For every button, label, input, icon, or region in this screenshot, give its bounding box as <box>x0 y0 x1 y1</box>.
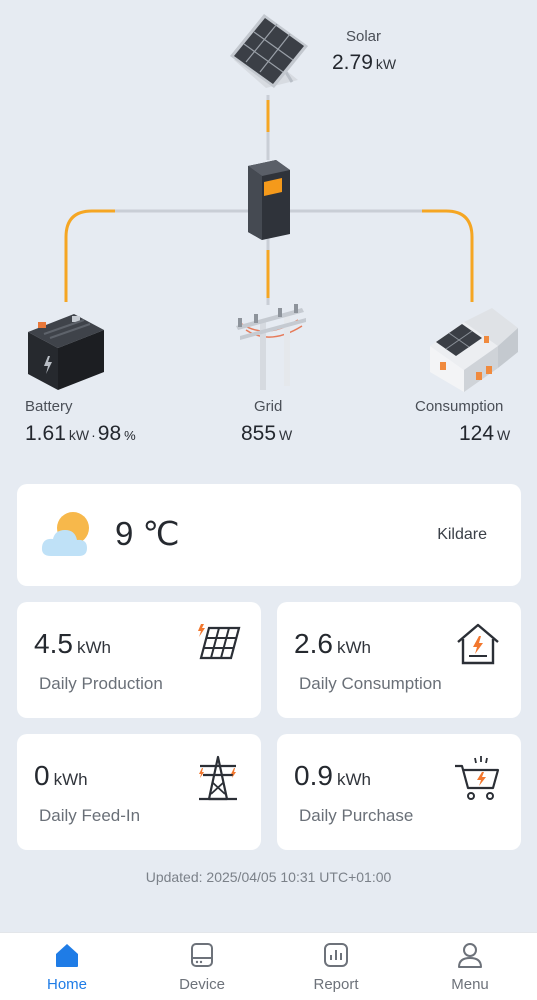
device-icon <box>191 943 213 967</box>
daily-purchase-label: Daily Purchase <box>299 806 414 825</box>
consumption-label: Consumption <box>415 398 504 415</box>
weather-card[interactable]: 9 ℃ Kildare <box>17 484 521 586</box>
grid-unit: W <box>279 427 293 443</box>
consumption-value: 124 W <box>459 422 510 446</box>
house-illustration <box>430 308 518 392</box>
daily-production-value: 4.5 kWh <box>34 628 111 660</box>
daily-consumption-label: Daily Consumption <box>299 674 442 693</box>
solar-unit: kW <box>375 56 397 72</box>
feed-in-number: 0 <box>34 760 50 791</box>
power-tower-icon <box>199 755 237 801</box>
battery-value: 1.61 kW ·98% <box>25 422 136 446</box>
solar-label: Solar <box>346 28 382 45</box>
cart-energy-icon <box>455 756 500 800</box>
feed-in-unit: kWh <box>53 770 88 789</box>
solar-power: 2.79 <box>332 51 373 74</box>
daily-feed-in-label: Daily Feed-In <box>39 806 141 825</box>
consumption-unit: W <box>497 427 511 443</box>
grid-value: 855 W <box>241 422 292 446</box>
daily-consumption-card[interactable]: 2.6 kWh Daily Consumption <box>277 602 521 718</box>
nav-device-label: Device <box>179 976 225 993</box>
home-icon <box>56 944 78 967</box>
partly-cloudy-icon <box>41 512 89 556</box>
nav-device[interactable]: Device <box>147 941 257 993</box>
nav-menu[interactable]: Menu <box>415 941 525 993</box>
grid-power: 855 <box>241 422 277 445</box>
battery-power: 1.61 <box>25 422 66 445</box>
inverter-illustration <box>248 160 290 240</box>
consumption-power: 124 <box>459 422 495 445</box>
battery-soc: 98 <box>97 422 122 445</box>
production-number: 4.5 <box>34 628 73 659</box>
daily-purchase-value: 0.9 kWh <box>294 760 371 792</box>
solar-panel-icon <box>198 624 241 660</box>
consumption-number: 2.6 <box>294 628 333 659</box>
last-updated-text: Updated: 2025/04/05 10:31 UTC+01:00 <box>145 869 392 885</box>
weather-location: Kildare <box>437 526 487 543</box>
battery-separator: · <box>91 427 96 443</box>
grid-pole-illustration <box>236 304 306 390</box>
production-unit: kWh <box>76 638 111 657</box>
battery-illustration <box>28 314 104 390</box>
nav-home[interactable]: Home <box>12 941 122 993</box>
daily-production-card[interactable]: 4.5 kWh Daily Production <box>17 602 261 718</box>
grid-label: Grid <box>254 398 283 415</box>
nav-report-label: Report <box>313 976 359 993</box>
battery-unit: kW <box>68 427 90 443</box>
daily-production-label: Daily Production <box>39 674 163 693</box>
consumption-stat-unit: kWh <box>336 638 371 657</box>
report-icon <box>324 943 348 967</box>
solar-value: 2.79 kW <box>332 51 396 75</box>
weather-temperature: 9 ℃ <box>115 515 180 552</box>
purchase-unit: kWh <box>336 770 371 789</box>
home-energy-icon <box>457 623 499 665</box>
daily-feed-in-card[interactable]: 0 kWh Daily Feed-In <box>17 734 261 850</box>
bottom-navigation: Home Device Report Menu <box>0 932 537 1000</box>
daily-purchase-card[interactable]: 0.9 kWh Daily Purchase <box>277 734 521 850</box>
nav-home-label: Home <box>46 976 87 993</box>
nav-menu-label: Menu <box>451 976 489 993</box>
purchase-number: 0.9 <box>294 760 333 791</box>
nav-report[interactable]: Report <box>281 941 391 993</box>
daily-feed-in-value: 0 kWh <box>34 760 88 792</box>
battery-label: Battery <box>25 398 73 415</box>
battery-soc-unit: % <box>124 428 136 443</box>
solar-panel-illustration <box>230 14 308 88</box>
profile-icon <box>458 943 482 968</box>
daily-consumption-value: 2.6 kWh <box>294 628 371 660</box>
energy-flow: Solar 2.79 kW Battery 1.61 kW ·98% Grid … <box>0 0 537 460</box>
